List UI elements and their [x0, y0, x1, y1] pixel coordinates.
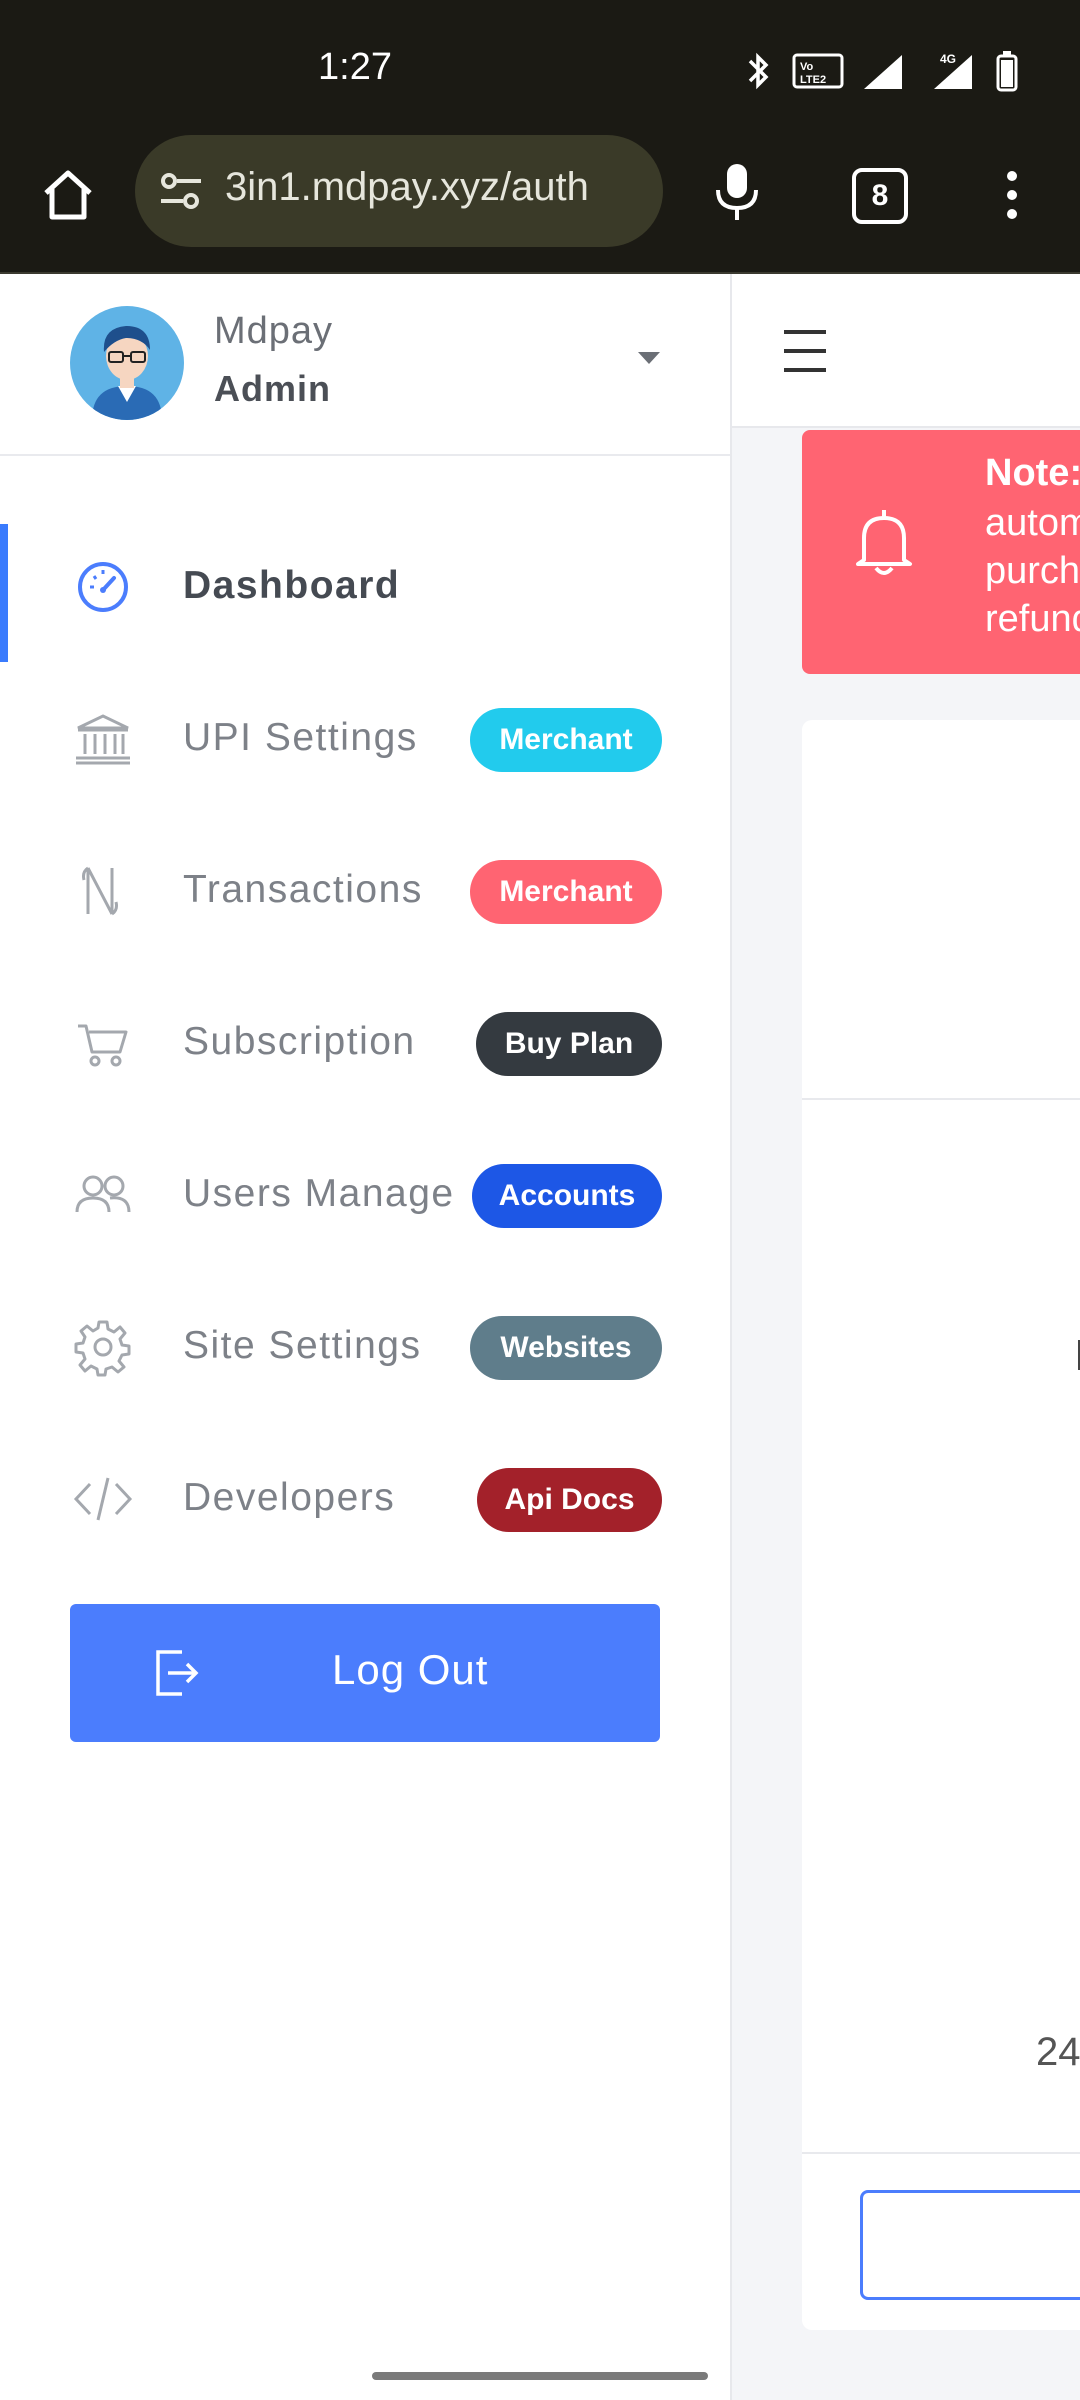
- sidebar-item-label: Site Settings: [183, 1324, 422, 1367]
- developers-badge: Api Docs: [477, 1468, 662, 1532]
- bell-icon: [856, 510, 912, 575]
- users-icon: [75, 1175, 131, 1213]
- upi-settings-badge: Merchant: [470, 708, 662, 772]
- sidebar-item-developers[interactable]: Developers Api Docs: [0, 1424, 730, 1564]
- hamburger-menu-icon[interactable]: [780, 326, 830, 376]
- tab-switcher-button[interactable]: 8: [852, 168, 908, 224]
- sidebar-item-users-manage[interactable]: Users Manage Accounts: [0, 1120, 730, 1260]
- alert-text-line: purch: [985, 550, 1080, 592]
- card-number: 24: [1036, 2030, 1080, 2074]
- address-bar[interactable]: 3in1.mdpay.xyz/auth: [135, 135, 663, 247]
- sidebar-item-label: UPI Settings: [183, 716, 418, 759]
- volte-icon: VoLTE2: [792, 53, 844, 89]
- sidebar-item-subscription[interactable]: Subscription Buy Plan: [0, 968, 730, 1108]
- bank-icon: [76, 714, 130, 765]
- sidebar-item-label: Subscription: [183, 1020, 416, 1063]
- logout-label: Log Out: [332, 1646, 489, 1693]
- card-input[interactable]: [860, 2190, 1080, 2300]
- alert-title: Note:: [985, 452, 1080, 494]
- gesture-bar[interactable]: [372, 2372, 708, 2380]
- card-divider: [802, 2152, 1080, 2154]
- site-settings-badge: Websites: [470, 1316, 662, 1380]
- status-icons: Vo LTE2 4G: [744, 50, 1020, 92]
- profile-role: Admin: [214, 368, 331, 409]
- card-divider: [802, 1098, 1080, 1100]
- main-topbar: [732, 274, 1080, 428]
- subscription-badge: Buy Plan: [476, 1012, 662, 1076]
- profile-header[interactable]: Mdpay Admin: [0, 274, 730, 456]
- url-text[interactable]: 3in1.mdpay.xyz/auth: [225, 165, 645, 210]
- sidebar-item-transactions[interactable]: Transactions Merchant: [0, 816, 730, 956]
- code-icon: [73, 1477, 133, 1521]
- svg-text:Vo: Vo: [800, 61, 814, 73]
- logout-icon: [156, 1650, 199, 1696]
- sidebar-item-upi-settings[interactable]: UPI Settings Merchant: [0, 664, 730, 804]
- profile-name: Mdpay: [214, 310, 334, 352]
- sidebar-item-label: Transactions: [183, 868, 423, 911]
- bluetooth-icon: [748, 52, 769, 90]
- gear-icon: [74, 1320, 131, 1377]
- more-options-icon[interactable]: [1000, 168, 1024, 222]
- alert-banner: Note: autom purch refund: [802, 430, 1080, 674]
- logout-button[interactable]: Log Out: [70, 1604, 660, 1742]
- status-time: 1:27: [318, 46, 392, 88]
- sidebar: Mdpay Admin Dashboard UPI Settings Merch…: [0, 274, 732, 2400]
- home-icon[interactable]: [38, 165, 98, 225]
- speedometer-icon: [78, 562, 128, 612]
- avatar: [70, 306, 184, 420]
- transactions-badge: Merchant: [470, 860, 662, 924]
- cart-icon: [78, 1024, 128, 1067]
- sidebar-item-site-settings[interactable]: Site Settings Websites: [0, 1272, 730, 1412]
- caret-down-icon[interactable]: [638, 352, 660, 364]
- content-card: 24: [802, 720, 1080, 2330]
- svg-text:4G: 4G: [940, 52, 956, 66]
- site-settings-icon[interactable]: [157, 167, 205, 215]
- alert-text-line: autom: [985, 502, 1080, 544]
- sidebar-item-dashboard[interactable]: Dashboard: [0, 512, 730, 662]
- microphone-icon[interactable]: [712, 162, 762, 222]
- signal-icon: [864, 55, 902, 89]
- svg-text:LTE2: LTE2: [800, 74, 826, 86]
- user-avatar-icon: [92, 326, 162, 420]
- sidebar-item-label: Dashboard: [183, 564, 401, 607]
- browser-toolbar: 3in1.mdpay.xyz/auth 8: [0, 110, 1080, 273]
- alert-text-line: refund: [985, 598, 1080, 640]
- sidebar-item-label: Users Manage: [183, 1172, 455, 1215]
- rupee-icon: [82, 866, 118, 916]
- sidebar-item-label: Developers: [183, 1476, 396, 1519]
- signal-4g-icon: 4G: [934, 52, 972, 89]
- users-manage-badge: Accounts: [472, 1164, 662, 1228]
- battery-icon: [996, 51, 1018, 92]
